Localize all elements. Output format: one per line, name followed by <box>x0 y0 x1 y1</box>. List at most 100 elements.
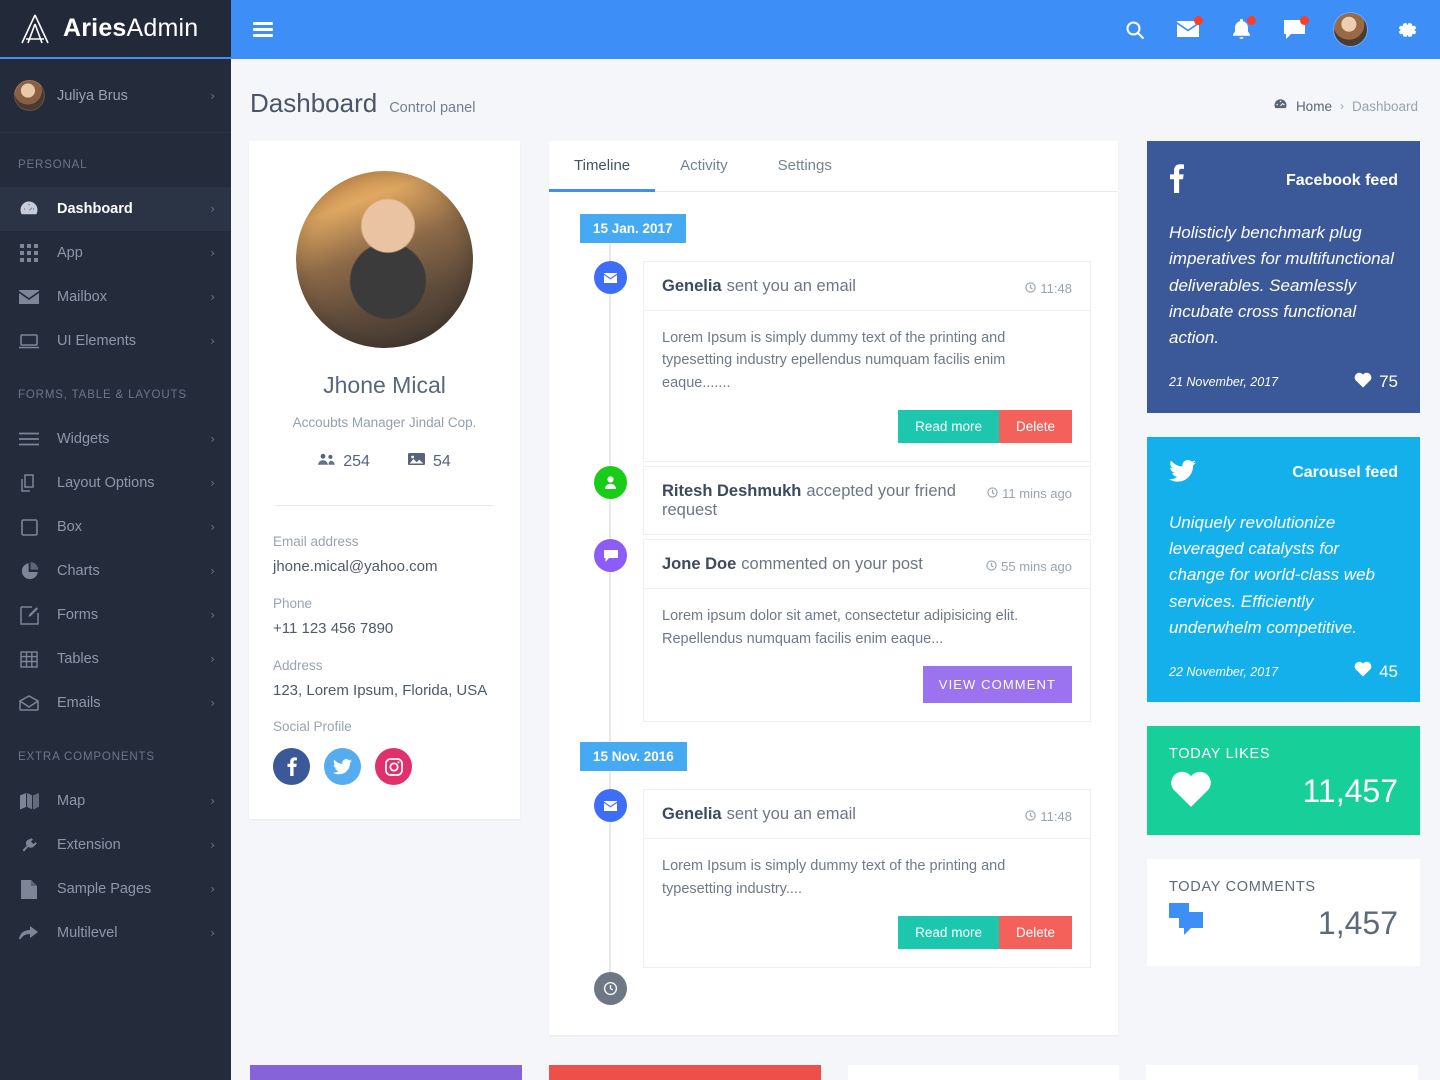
gear-icon[interactable] <box>1394 17 1420 43</box>
comments-icon <box>1169 903 1211 944</box>
chat-icon[interactable] <box>1281 15 1309 43</box>
chevron-right-icon: › <box>210 432 215 446</box>
today-comments-value: 1,457 <box>1317 905 1398 942</box>
user-avatar[interactable] <box>1334 13 1367 46</box>
timeline-time: 55 mins ago <box>972 555 1072 574</box>
instagram-icon[interactable] <box>375 748 412 786</box>
sidebar-item-layout-options[interactable]: Layout Options › <box>0 461 231 505</box>
envelope-icon <box>594 789 627 823</box>
sidebar-item-forms[interactable]: Forms › <box>0 593 231 637</box>
timeline-time-text: 11 mins ago <box>1002 486 1072 502</box>
sidebar-section-extra: EXTRA COMPONENTS <box>18 751 155 763</box>
sidebar-user[interactable]: Juliya Brus › <box>0 59 231 133</box>
breadcrumb-home-icon <box>1273 97 1288 115</box>
sidebar-item-widgets[interactable]: Widgets › <box>0 417 231 461</box>
brand-logo-area[interactable]: AriesAdmin <box>0 0 231 59</box>
tab-timeline[interactable]: Timeline <box>549 141 656 192</box>
profile-stat-value: 54 <box>432 452 451 470</box>
brand-bold: Aries <box>63 14 127 42</box>
sidebar-item-box[interactable]: Box › <box>0 505 231 549</box>
sidebar-item-label: Extension <box>57 837 121 853</box>
timeline-card: Timeline Activity Settings 15 Jan. 2017 <box>549 141 1118 1036</box>
delete-button[interactable]: Delete <box>998 410 1072 444</box>
heart-icon <box>1354 372 1372 393</box>
clock-icon <box>986 559 997 574</box>
chevron-right-icon: › <box>210 608 215 622</box>
timeline-entry-head: Jone Doe commented on your post 55 mins a… <box>644 540 1090 590</box>
feed-likes: 45 <box>1354 661 1398 682</box>
sidebar: AriesAdmin Juliya Brus › PERSONAL Dashbo… <box>0 0 231 1080</box>
sidebar-item-tables[interactable]: Tables › <box>0 637 231 681</box>
phone-label: Phone <box>273 595 313 611</box>
timeline-entry-head: Genelia sent you an email 11:48 <box>644 790 1090 840</box>
timeline-entry-card: Genelia sent you an email 11:48 Lorem Ip… <box>643 789 1091 969</box>
avatar <box>14 80 45 111</box>
file-icon <box>18 878 40 900</box>
breadcrumb-home-link[interactable]: Home <box>1296 99 1332 114</box>
facebook-feed-card: Facebook feed Holisticly benchmark plug … <box>1147 141 1420 413</box>
delete-button[interactable]: Delete <box>998 916 1072 950</box>
chevron-right-icon: › <box>210 696 215 710</box>
search-icon[interactable] <box>1122 17 1148 43</box>
feed-date: 21 November, 2017 <box>1169 375 1279 390</box>
feed-header: Carousel feed <box>1169 459 1398 488</box>
facebook-icon[interactable] <box>273 748 310 786</box>
sidebar-item-ui-elements[interactable]: UI Elements › <box>0 319 231 363</box>
chevron-right-icon: › <box>210 564 215 578</box>
sidebar-item-extension[interactable]: Extension › <box>0 823 231 867</box>
square-icon <box>18 516 40 538</box>
sidebar-item-label: Layout Options <box>57 475 155 491</box>
timeline-entry-actions: Read more Delete <box>644 396 1090 461</box>
aries-logo-icon <box>18 12 52 46</box>
facebook-icon <box>1169 163 1185 198</box>
sidebar-item-multilevel[interactable]: Multilevel › <box>0 911 231 955</box>
bottom-stats: 12,568 Users 8,568 Invoices <box>249 1035 1420 1080</box>
timeline-entry: Jone Doe commented on your post 55 mins a… <box>567 539 1091 723</box>
address-value: 123, Lorem Ipsum, Florida, USA <box>273 681 488 699</box>
hamburger-menu-icon[interactable] <box>253 19 273 41</box>
clock-icon <box>1025 281 1037 296</box>
chevron-right-icon: › <box>210 88 215 103</box>
sidebar-item-label: UI Elements <box>57 333 136 349</box>
breadcrumb: Home › Dashboard <box>1273 97 1418 115</box>
sidebar-item-charts[interactable]: Charts › <box>0 549 231 593</box>
social-links <box>273 748 496 786</box>
timeline-entry-card: Jone Doe commented on your post 55 mins a… <box>643 539 1091 723</box>
page-subtitle: Control panel <box>389 100 476 116</box>
timeline-time-text: 55 mins ago <box>1001 559 1072 575</box>
sidebar-item-dashboard[interactable]: Dashboard › <box>0 187 231 231</box>
profile-stat-value: 254 <box>343 452 370 470</box>
tab-activity[interactable]: Activity <box>655 141 753 192</box>
twitter-icon[interactable] <box>324 748 361 786</box>
chevron-right-icon: › <box>210 202 215 216</box>
timeline-action: commented on your post <box>741 555 923 574</box>
chevron-right-icon: › <box>210 520 215 534</box>
feed-footer: 22 November, 2017 45 <box>1169 661 1398 682</box>
timeline-entry-actions: VIEW COMMENT <box>644 652 1090 721</box>
sidebar-item-label: Dashboard <box>57 201 133 217</box>
chevron-right-icon: › <box>210 838 215 852</box>
tab-settings[interactable]: Settings <box>753 141 857 192</box>
sidebar-item-sample-pages[interactable]: Sample Pages › <box>0 867 231 911</box>
sidebar-item-map[interactable]: Map › <box>0 779 231 823</box>
bell-icon[interactable] <box>1228 15 1256 43</box>
timeline-actor: Jone Doe <box>662 555 737 574</box>
mail-icon[interactable] <box>1175 15 1203 43</box>
feed-header: Facebook feed <box>1169 163 1398 198</box>
sidebar-item-label: App <box>57 245 83 261</box>
envelope-icon <box>18 286 40 308</box>
view-comment-button[interactable]: VIEW COMMENT <box>922 666 1072 704</box>
friends-icon <box>318 453 336 471</box>
map-icon <box>18 790 40 812</box>
topbar-actions <box>1122 13 1420 46</box>
profile-stats: 254 54 <box>273 452 496 471</box>
sidebar-item-emails[interactable]: Emails › <box>0 681 231 725</box>
timeline-entry-body: Lorem ipsum dolor sit amet, consectetur … <box>662 608 1019 647</box>
read-more-button[interactable]: Read more <box>898 410 999 444</box>
timeline-entry-card: Genelia sent you an email 11:48 Lorem Ip… <box>643 261 1091 463</box>
timeline-action: sent you an email <box>726 805 856 824</box>
sidebar-item-mailbox[interactable]: Mailbox › <box>0 275 231 319</box>
sidebar-item-app[interactable]: App › <box>0 231 231 275</box>
read-more-button[interactable]: Read more <box>898 916 999 950</box>
feed-date: 22 November, 2017 <box>1169 664 1279 679</box>
